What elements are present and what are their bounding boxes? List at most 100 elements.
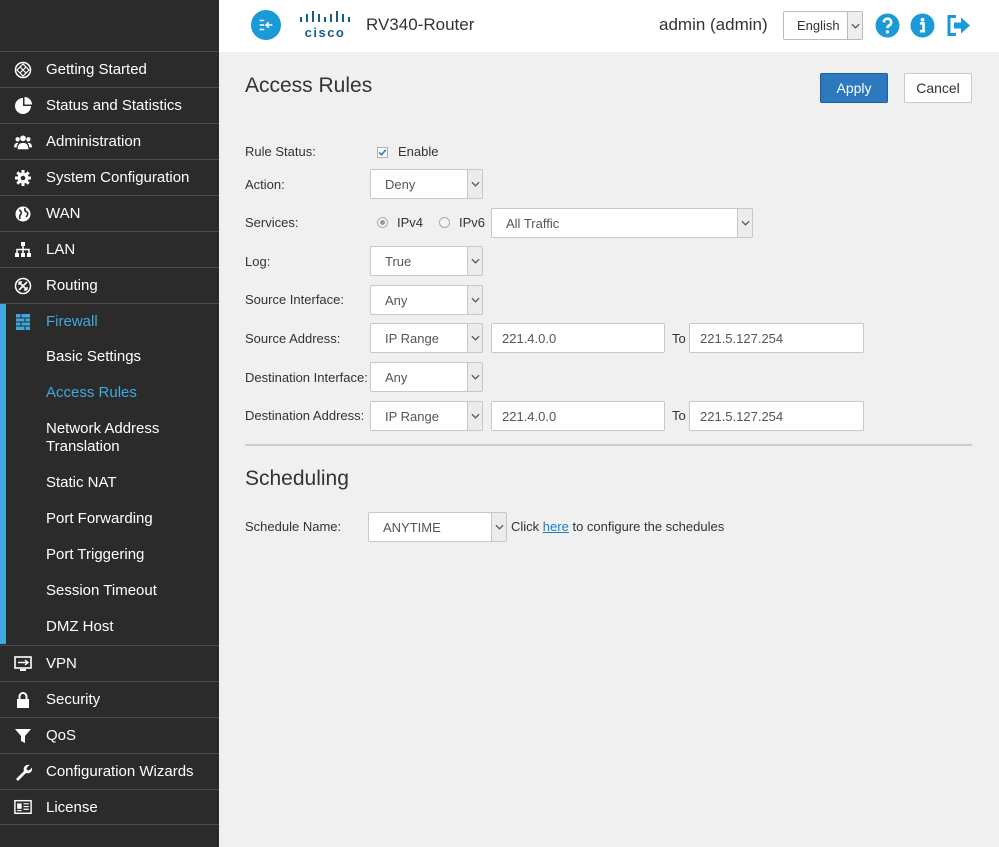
sidebar-item-label: Firewall [46,313,98,330]
source-interface-label: Source Interface: [245,292,344,307]
destination-interface-label: Destination Interface: [245,370,368,385]
cancel-button[interactable]: Cancel [904,73,972,103]
sidebar-item-label: License [46,798,98,816]
top-header: cisco RV340-Router admin (admin) English [219,0,999,52]
source-address-label: Source Address: [245,331,341,346]
rule-status-label: Rule Status: [245,144,316,159]
chevron-down-icon [467,324,482,352]
destination-range-end-input[interactable] [689,401,864,431]
network-icon [0,241,46,259]
sidebar-item-getting-started[interactable]: Getting Started [0,51,219,87]
license-icon [0,798,46,816]
collapse-menu-button[interactable] [251,10,281,40]
destination-range-start-input[interactable] [491,401,665,431]
sidebar-subitem-dmz-host[interactable]: DMZ Host [0,609,219,645]
sidebar-item-label: LAN [46,241,76,258]
sidebar-item-security[interactable]: Security [0,681,219,717]
chevron-down-icon [467,363,482,391]
destination-address-type-select[interactable]: IP Range [370,401,483,431]
sidebar-item-administration[interactable]: Administration [0,123,219,159]
getting-started-icon [0,61,46,79]
sidebar-item-wan[interactable]: WAN [0,195,219,231]
sidebar-item-label: WAN [46,205,81,222]
access-rule-form: Rule Status: Enable Action: Deny Service… [219,126,999,847]
sidebar-item-label: Status and Statistics [46,97,182,114]
services-value: All Traffic [506,215,560,231]
source-address-type-select[interactable]: IP Range [370,323,483,353]
ipv4-radio[interactable] [377,217,388,228]
sidebar-item-configuration-wizards[interactable]: Configuration Wizards [0,753,219,789]
schedule-name-label: Schedule Name: [245,519,342,534]
gear-icon [0,169,46,187]
sidebar-item-qos[interactable]: QoS [0,717,219,753]
help-icon[interactable] [875,13,900,38]
sidebar-item-label: Security [46,691,101,708]
action-label: Action: [245,177,285,192]
source-interface-select[interactable]: Any [370,285,483,315]
lock-icon [0,691,46,709]
sidebar-item-lan[interactable]: LAN [0,231,219,267]
sidebar-item-routing[interactable]: Routing [0,267,219,303]
sidebar-item-label: QoS [46,727,77,744]
to-label: To [672,408,686,423]
schedule-name-select[interactable]: ANYTIME [368,512,507,542]
chevron-down-icon [467,402,482,430]
configure-schedules-link[interactable]: here [543,519,569,534]
globe-icon [0,205,46,223]
sidebar-item-firewall[interactable]: Firewall [0,303,219,339]
sidebar-subitem-basic-settings[interactable]: Basic Settings [0,339,219,375]
to-label: To [672,331,686,346]
language-value: English [797,18,840,33]
sidebar-subitem-port-forwarding[interactable]: Port Forwarding [0,501,219,537]
sidebar-subitem-session-timeout[interactable]: Session Timeout [0,573,219,609]
schedule-hint-rest: to configure the schedules [572,519,725,534]
router-name: RV340-Router [366,15,475,34]
logout-icon[interactable] [946,13,971,38]
schedule-hint: Click here to configure the schedules [511,519,724,534]
page-title-bar: Access Rules Apply Cancel [219,52,999,126]
wrench-icon [0,763,46,781]
log-label: Log: [245,254,271,269]
sidebar-item-system-configuration[interactable]: System Configuration [0,159,219,195]
source-range-end-input[interactable] [689,323,864,353]
sidebar-subitem-static-nat[interactable]: Static NAT [0,465,219,501]
sidebar-subitem-access-rules[interactable]: Access Rules [0,375,219,411]
schedule-name-value: ANYTIME [383,519,441,535]
destination-address-type-value: IP Range [385,408,439,424]
enable-checkbox[interactable] [377,145,388,158]
log-select[interactable]: True [370,246,483,276]
source-address-type-value: IP Range [385,330,439,346]
destination-address-label: Destination Address: [245,408,365,423]
routing-icon [0,277,46,295]
ipv6-radio[interactable] [439,217,450,228]
sidebar-item-label: Administration [46,133,142,150]
language-select[interactable]: English [783,11,863,40]
users-icon [0,133,46,151]
chevron-down-icon [467,170,482,198]
source-interface-value: Any [385,292,408,308]
sidebar-subitem-port-triggering[interactable]: Port Triggering [0,537,219,573]
sidebar-item-label: Configuration Wizards [46,763,194,780]
source-range-start-input[interactable] [491,323,665,353]
destination-interface-select[interactable]: Any [370,362,483,392]
info-icon[interactable] [910,13,935,38]
section-divider [245,444,972,446]
ipv6-label: IPv6 [459,215,486,230]
current-user: admin (admin) [659,15,768,34]
sidebar-item-label: System Configuration [46,169,190,186]
services-select[interactable]: All Traffic [491,208,753,238]
filter-icon [0,727,46,745]
sidebar-item-license[interactable]: License [0,789,219,825]
log-value: True [385,253,412,269]
chevron-down-icon [467,247,482,275]
firewall-icon [0,313,46,331]
action-value: Deny [385,176,416,192]
sidebar-item-label: VPN [46,655,77,672]
sidebar-item-status[interactable]: Status and Statistics [0,87,219,123]
apply-button[interactable]: Apply [820,73,888,103]
action-select[interactable]: Deny [370,169,483,199]
sidebar-item-vpn[interactable]: VPN [0,645,219,681]
sidebar-subitem-nat[interactable]: Network Address Translation [0,411,219,465]
sidebar-item-label: Routing [46,277,98,294]
chevron-down-icon [737,209,752,237]
